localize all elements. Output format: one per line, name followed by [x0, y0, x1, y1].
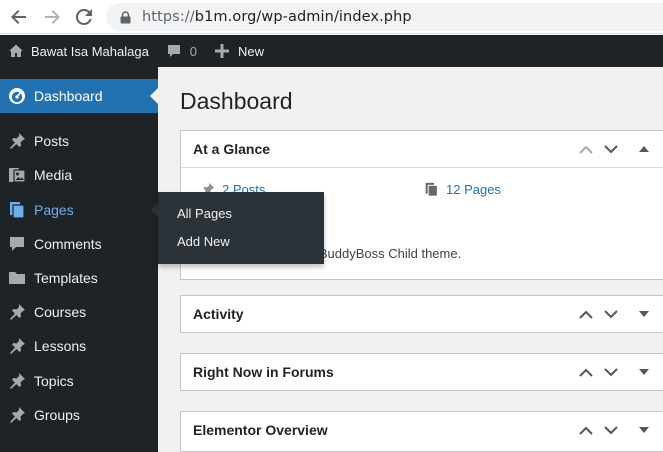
widget-title: Elementor Overview: [193, 422, 328, 438]
menu-label: Topics: [34, 373, 74, 389]
widget-header: At a Glance: [181, 131, 663, 167]
pin-icon: [7, 336, 27, 356]
reload-icon[interactable]: [73, 6, 95, 28]
lock-icon: [118, 10, 132, 24]
site-home-link[interactable]: Bawat Isa Mahalaga: [8, 35, 149, 67]
menu-label: Lessons: [34, 338, 87, 354]
move-down-icon[interactable]: [602, 140, 620, 158]
admin-sidebar: Dashboard Posts Media Pages Comments Tem…: [0, 67, 158, 452]
folder-icon: [7, 268, 27, 288]
pin-icon: [7, 302, 27, 322]
widget-header: Activity: [181, 296, 663, 332]
pages-flyout-submenu: All Pages Add New: [158, 192, 324, 264]
move-up-icon[interactable]: [577, 363, 595, 381]
move-up-icon[interactable]: [577, 305, 595, 323]
page-title: Dashboard: [180, 88, 293, 114]
menu-media[interactable]: Media: [0, 158, 158, 192]
comment-bubble-icon: [166, 43, 182, 59]
menu-label: Posts: [34, 133, 70, 149]
move-up-icon[interactable]: [577, 140, 595, 158]
menu-topics[interactable]: Topics: [0, 364, 158, 398]
pin-icon: [7, 131, 27, 151]
menu-posts[interactable]: Posts: [0, 124, 158, 158]
widget-elementor-overview: Elementor Overview: [180, 411, 663, 452]
pin-icon: [7, 371, 27, 391]
menu-lessons[interactable]: Lessons: [0, 329, 158, 363]
widget-title: Activity: [193, 306, 244, 322]
move-down-icon[interactable]: [602, 363, 620, 381]
menu-label: Comments: [34, 236, 102, 252]
menu-courses[interactable]: Courses: [0, 295, 158, 329]
menu-label: Pages: [34, 202, 74, 218]
menu-label: Groups: [34, 407, 80, 423]
forward-arrow-icon[interactable]: [41, 6, 63, 28]
widget-right-now-forums: Right Now in Forums: [180, 353, 663, 391]
dashboard-icon: [7, 86, 27, 106]
site-name: Bawat Isa Mahalaga: [31, 43, 149, 59]
menu-pages[interactable]: Pages: [0, 193, 158, 227]
move-down-icon[interactable]: [602, 421, 620, 439]
pages-icon: [7, 200, 27, 220]
collapse-toggle-icon[interactable]: [637, 140, 651, 158]
widget-title: Right Now in Forums: [193, 364, 334, 380]
widget-header: Right Now in Forums: [181, 354, 663, 390]
comments-link[interactable]: 0: [166, 35, 197, 67]
expand-toggle-icon[interactable]: [637, 305, 651, 323]
menu-label: Templates: [34, 270, 98, 286]
browser-toolbar: https://b1m.org/wp-admin/index.php: [0, 0, 663, 34]
menu-templates[interactable]: Templates: [0, 261, 158, 295]
admin-bar: Bawat Isa Mahalaga 0 New: [0, 35, 663, 67]
home-icon: [8, 43, 24, 59]
expand-toggle-icon[interactable]: [637, 421, 651, 439]
comment-icon: [7, 234, 27, 254]
new-label: New: [238, 43, 265, 59]
pages-count-link[interactable]: 12 Pages: [423, 181, 501, 197]
expand-toggle-icon[interactable]: [637, 363, 651, 381]
menu-comments[interactable]: Comments: [0, 227, 158, 261]
address-bar[interactable]: https://b1m.org/wp-admin/index.php: [106, 3, 663, 31]
widget-activity: Activity: [180, 295, 663, 333]
url-text: https://b1m.org/wp-admin/index.php: [142, 9, 412, 25]
move-up-icon[interactable]: [577, 421, 595, 439]
new-content-link[interactable]: New: [215, 35, 264, 67]
pin-icon: [7, 405, 27, 425]
menu-dashboard[interactable]: Dashboard: [0, 79, 158, 113]
url-path: b1m.org/wp-admin/index.php: [194, 9, 412, 25]
submenu-all-pages[interactable]: All Pages: [177, 206, 232, 221]
submenu-add-new[interactable]: Add New: [177, 234, 230, 249]
menu-label: Dashboard: [34, 88, 103, 104]
pages-icon: [423, 181, 439, 197]
back-arrow-icon[interactable]: [8, 6, 30, 28]
move-down-icon[interactable]: [602, 305, 620, 323]
pages-count-text: 12 Pages: [446, 181, 501, 197]
url-scheme: https://: [142, 9, 195, 25]
menu-label: Media: [34, 167, 73, 183]
theme-info-text: g BuddyBoss Child theme.: [308, 246, 462, 261]
widget-title: At a Glance: [193, 141, 271, 157]
widget-header: Elementor Overview: [181, 412, 663, 448]
menu-label: Courses: [34, 304, 87, 320]
plus-icon: [215, 44, 230, 58]
menu-groups[interactable]: Groups: [0, 398, 158, 432]
comments-count: 0: [189, 43, 198, 59]
media-icon: [7, 165, 27, 185]
